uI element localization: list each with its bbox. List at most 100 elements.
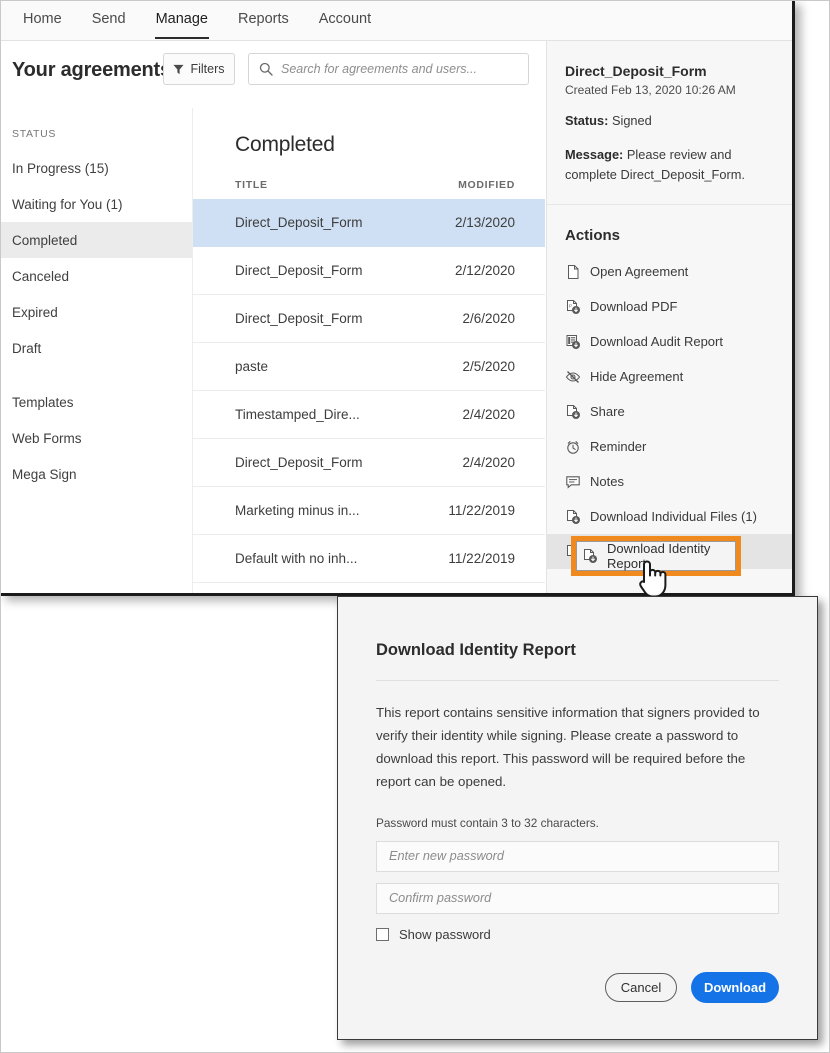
filters-button-label: Filters bbox=[190, 62, 225, 76]
nav-item-account[interactable]: Account bbox=[304, 0, 386, 39]
row-title: Direct_Deposit_Form bbox=[235, 263, 363, 278]
table-row[interactable]: Marketing minus in... 11/22/2019 bbox=[193, 487, 545, 535]
show-password-label: Show password bbox=[399, 926, 491, 942]
sidebar-item-draft[interactable]: Draft bbox=[0, 330, 192, 366]
nav-label: Home bbox=[23, 11, 62, 27]
detail-created-timestamp: Created Feb 13, 2020 10:26 AM bbox=[565, 83, 736, 97]
row-modified: 2/4/2020 bbox=[462, 455, 515, 470]
agreement-detail-panel: Direct_Deposit_Form Created Feb 13, 2020… bbox=[546, 41, 792, 593]
table-row[interactable]: Timestamped_Dire... 2/4/2020 bbox=[193, 391, 545, 439]
new-password-input[interactable] bbox=[377, 849, 778, 863]
nav-label: Reports bbox=[237, 11, 289, 27]
search-input[interactable] bbox=[281, 62, 516, 76]
document-icon bbox=[568, 264, 579, 279]
detail-document-name: Direct_Deposit_Form bbox=[565, 63, 707, 79]
action-notes[interactable]: Notes bbox=[547, 464, 792, 499]
table-row[interactable]: paste 2/5/2020 bbox=[193, 343, 545, 391]
action-label: Reminder bbox=[590, 439, 647, 455]
action-open-agreement[interactable]: Open Agreement bbox=[547, 254, 792, 289]
svg-text:P: P bbox=[569, 304, 572, 309]
action-label: Open Agreement bbox=[590, 264, 689, 280]
document-download-icon bbox=[567, 544, 580, 559]
row-title: Default with no inh... bbox=[235, 551, 358, 566]
sidebar-item-label: Waiting for You (1) bbox=[12, 196, 123, 212]
sidebar-item-templates[interactable]: Templates bbox=[0, 384, 192, 420]
document-download-icon bbox=[567, 509, 580, 524]
pdf-download-icon: P bbox=[567, 299, 580, 314]
cancel-button[interactable]: Cancel bbox=[605, 973, 677, 1002]
eye-slash-icon bbox=[565, 370, 581, 383]
sidebar-item-label: Templates bbox=[12, 394, 74, 410]
agreements-list: Completed TITLE MODIFIED Direct_Deposit_… bbox=[192, 108, 545, 593]
sidebar-item-label: Completed bbox=[12, 232, 78, 248]
document-download-icon bbox=[567, 404, 580, 419]
column-header-modified: MODIFIED bbox=[458, 179, 515, 191]
action-label: Share bbox=[590, 404, 625, 420]
dialog-title: Download Identity Report bbox=[376, 641, 576, 659]
detail-status-row: Status: Signed bbox=[565, 111, 774, 131]
action-download-individual-files[interactable]: Download Individual Files (1) bbox=[547, 499, 792, 534]
nav-item-reports[interactable]: Reports bbox=[223, 0, 304, 39]
table-row[interactable]: Direct_Deposit_Form 2/4/2020 bbox=[193, 439, 545, 487]
sidebar-item-label: Canceled bbox=[12, 268, 70, 284]
page-title: Your agreements bbox=[12, 59, 171, 81]
new-password-field[interactable] bbox=[376, 840, 779, 872]
search-icon bbox=[259, 62, 273, 76]
row-modified: 2/5/2020 bbox=[462, 359, 515, 374]
action-download-pdf[interactable]: P Download PDF bbox=[547, 289, 792, 324]
download-identity-report-dialog: Download Identity Report This report con… bbox=[337, 596, 818, 1040]
audit-report-download-icon bbox=[566, 334, 580, 349]
action-label: Download Audit Report bbox=[590, 334, 723, 350]
show-password-checkbox[interactable] bbox=[376, 927, 389, 941]
action-download-audit-report[interactable]: Download Audit Report bbox=[547, 324, 792, 359]
search-box[interactable] bbox=[248, 53, 529, 85]
detail-status-label: Status: bbox=[565, 113, 609, 128]
download-button[interactable]: Download bbox=[691, 972, 779, 1003]
action-reminder[interactable]: Reminder bbox=[547, 429, 792, 464]
confirm-password-field[interactable] bbox=[376, 882, 779, 914]
row-modified: 2/12/2020 bbox=[454, 263, 515, 278]
nav-label: Manage bbox=[155, 11, 208, 27]
sidebar-item-label: Mega Sign bbox=[12, 466, 77, 482]
action-share[interactable]: Share bbox=[547, 394, 792, 429]
show-password-row[interactable]: Show password bbox=[376, 927, 779, 942]
dialog-body-text: This report contains sensitive informati… bbox=[376, 705, 760, 790]
table-row[interactable]: Direct_Deposit_Form 2/12/2020 bbox=[193, 247, 545, 295]
table-row[interactable]: Direct_Deposit_Form 2/13/2020 bbox=[193, 199, 545, 247]
alarm-clock-icon bbox=[567, 441, 579, 454]
nav-label: Account bbox=[318, 11, 372, 27]
nav-item-home[interactable]: Home bbox=[8, 0, 77, 39]
nav-label: Send bbox=[91, 11, 126, 27]
confirm-password-input[interactable] bbox=[377, 891, 778, 905]
table-row[interactable]: Default with no inh... 11/22/2019 bbox=[193, 535, 545, 583]
sidebar-item-canceled[interactable]: Canceled bbox=[0, 258, 192, 294]
sidebar-item-web-forms[interactable]: Web Forms bbox=[0, 420, 192, 456]
action-hide-agreement[interactable]: Hide Agreement bbox=[547, 359, 792, 394]
action-label: Download Individual Files (1) bbox=[590, 509, 757, 525]
sidebar-item-in-progress[interactable]: In Progress (15) bbox=[0, 150, 192, 186]
nav-item-send[interactable]: Send bbox=[77, 0, 141, 39]
row-title: Direct_Deposit_Form bbox=[235, 215, 363, 230]
row-title: Timestamped_Dire... bbox=[235, 407, 360, 422]
sidebar-item-completed[interactable]: Completed bbox=[0, 222, 192, 258]
row-modified: 2/6/2020 bbox=[462, 311, 515, 326]
screenshot-root: Home Send Manage Reports Account Your ag… bbox=[0, 0, 830, 1053]
sidebar-item-expired[interactable]: Expired bbox=[0, 294, 192, 330]
filters-button[interactable]: Filters bbox=[163, 53, 235, 85]
nav-item-manage[interactable]: Manage bbox=[141, 0, 223, 39]
table-row[interactable]: Direct_Deposit_Form 2/6/2020 bbox=[193, 295, 545, 343]
row-modified: 11/22/2019 bbox=[448, 503, 515, 518]
detail-header: Direct_Deposit_Form Created Feb 13, 2020… bbox=[547, 41, 792, 206]
row-title: Marketing minus in... bbox=[235, 503, 360, 518]
row-modified: 2/13/2020 bbox=[454, 215, 515, 230]
sidebar-item-mega-sign[interactable]: Mega Sign bbox=[0, 456, 192, 492]
sidebar-item-waiting-for-you[interactable]: Waiting for You (1) bbox=[0, 186, 192, 222]
row-title: Direct_Deposit_Form bbox=[235, 455, 363, 470]
adobe-sign-app-window: Home Send Manage Reports Account Your ag… bbox=[0, 0, 795, 596]
detail-message-row: Message: Please review and complete Dire… bbox=[565, 145, 774, 185]
row-title: Direct_Deposit_Form bbox=[235, 311, 363, 326]
dialog-footer: Cancel Download bbox=[605, 972, 779, 1003]
status-badge: Signed bbox=[611, 113, 652, 128]
sidebar-item-label: Draft bbox=[12, 340, 42, 356]
action-label: Notes bbox=[590, 474, 624, 490]
